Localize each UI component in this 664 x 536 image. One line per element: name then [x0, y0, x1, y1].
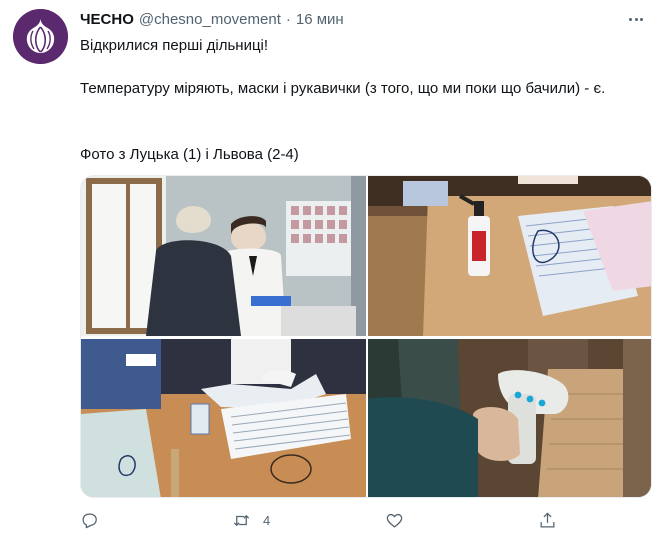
media-grid — [80, 175, 652, 498]
like-button[interactable] — [385, 508, 404, 532]
tweet-text-line3: Фото з Луцька (1) і Львова (2-4) — [80, 146, 299, 163]
tweet-text-line1: Відкрилися перші дільниці! — [80, 37, 269, 54]
heart-icon — [386, 513, 403, 527]
retweet-button[interactable]: 4 — [232, 508, 270, 532]
retweet-icon — [233, 514, 250, 526]
tweet-time[interactable]: 16 мин — [296, 11, 344, 28]
author-name[interactable]: ЧЕСНО — [80, 11, 134, 28]
tweet-actions: 4 — [80, 508, 580, 532]
avatar[interactable] — [13, 9, 68, 64]
author-handle[interactable]: @chesno_movement — [139, 11, 281, 28]
retweet-count: 4 — [263, 512, 271, 528]
separator-dot: · — [285, 10, 291, 28]
reply-button[interactable] — [80, 508, 99, 532]
tweet-header: ЧЕСНО @chesno_movement · 16 мин — [80, 9, 344, 29]
garlic-logo-icon — [13, 9, 68, 64]
photo-2[interactable] — [368, 176, 651, 336]
photo-4[interactable] — [368, 339, 651, 497]
share-button[interactable] — [538, 508, 557, 532]
more-options-icon[interactable] — [624, 9, 648, 29]
reply-icon — [82, 513, 97, 528]
photo-1[interactable] — [81, 176, 366, 336]
tweet-text-line2: Температуру міряють, маски і рукавички (… — [80, 80, 606, 97]
share-icon — [540, 511, 555, 527]
tweet-card[interactable]: ЧЕСНО @chesno_movement · 16 мин Відкрили… — [0, 0, 664, 536]
photo-3[interactable] — [81, 339, 366, 497]
